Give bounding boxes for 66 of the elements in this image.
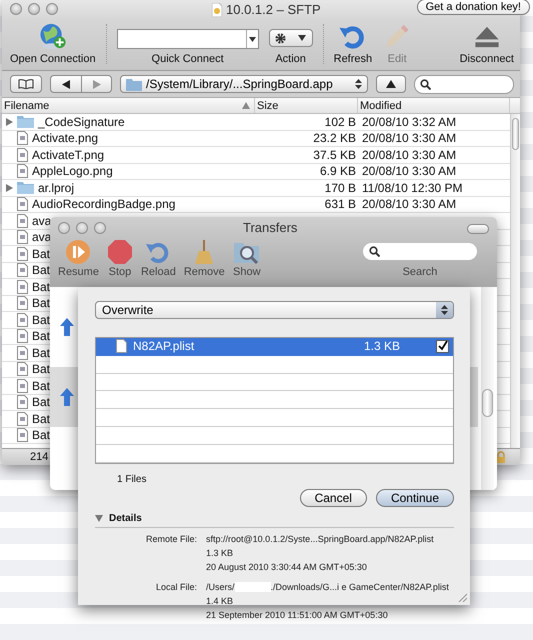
size-cell: 6.9 KB bbox=[320, 164, 356, 178]
filename-cell[interactable]: Bat bbox=[32, 428, 50, 442]
filename-cell[interactable]: ava bbox=[32, 214, 52, 228]
filename-cell[interactable]: AppleLogo.png bbox=[32, 164, 113, 178]
filename-cell[interactable]: Bat bbox=[32, 296, 50, 310]
filename-cell[interactable]: Bat bbox=[32, 378, 50, 393]
filename-cell[interactable]: AudioRecordingBadge.png bbox=[32, 197, 176, 212]
filename-cell[interactable]: Bat bbox=[32, 346, 50, 360]
item-count: 214 bbox=[30, 451, 48, 463]
toolbar-label: Reload bbox=[140, 266, 176, 278]
refresh-label: Refresh bbox=[334, 53, 372, 67]
disconnect-label: Disconnect bbox=[460, 53, 514, 67]
filename-cell[interactable]: Activate.png bbox=[32, 131, 98, 146]
remote-file-label: Remote File: bbox=[144, 534, 197, 546]
continue-button[interactable]: Continue bbox=[376, 488, 454, 507]
filename-cell[interactable]: Bat bbox=[32, 312, 50, 327]
window-title: Transfers bbox=[243, 220, 298, 235]
modified-cell: 20/08/10 3:30 AM bbox=[362, 131, 456, 146]
column-header[interactable]: Modified bbox=[358, 98, 510, 113]
local-file-label: Local File: bbox=[154, 582, 197, 594]
modified-cell: 20/08/10 3:30 AM bbox=[362, 148, 456, 162]
size-cell: 37.5 KB bbox=[313, 148, 356, 162]
modified-cell: 11/08/10 12:30 PM bbox=[362, 180, 463, 195]
toolbar-label: Resume bbox=[58, 266, 99, 278]
edit-label: Edit bbox=[388, 53, 407, 67]
size-cell: 102 B bbox=[324, 114, 356, 129]
file-row[interactable]: N82AP.plist 1.3 KB bbox=[96, 338, 453, 356]
overwrite-popup[interactable]: Overwrite bbox=[95, 301, 454, 319]
column-header[interactable]: Filename bbox=[2, 98, 255, 113]
toolbar-label: Stop bbox=[108, 266, 132, 278]
column-header[interactable]: Size bbox=[255, 98, 358, 113]
modified-cell: 20/08/10 3:32 AM bbox=[362, 114, 456, 129]
details-label: Details bbox=[109, 512, 142, 524]
remote-path: sftp://root@10.0.1.2/Syste...SpringBoard.app/N82AP.plist bbox=[206, 534, 435, 544]
quick-connect-label: Quick Connect bbox=[152, 53, 224, 67]
donation-button[interactable]: Get a donation key! bbox=[416, 0, 530, 15]
path-popup[interactable]: /System/Library/...SpringBoard.app bbox=[120, 75, 368, 93]
modified-cell: 20/08/10 3:30 AM bbox=[362, 197, 456, 212]
filename-cell[interactable]: Bat bbox=[32, 395, 50, 410]
window-title: 10.0.1.2 – SFTP bbox=[226, 2, 321, 17]
filename-cell[interactable]: Bat bbox=[32, 412, 50, 426]
local-date: 21 September 2010 11:51:00 AM GMT+05:30 bbox=[206, 610, 389, 620]
action-label: Action bbox=[275, 53, 306, 67]
remote-size: 1.3 KB bbox=[206, 548, 234, 558]
file-count: 1 Files bbox=[117, 474, 148, 485]
filename-cell[interactable]: ar.lproj bbox=[38, 180, 74, 195]
filename-cell[interactable]: Bat bbox=[32, 246, 50, 261]
filename-cell[interactable]: Bat bbox=[32, 280, 50, 294]
size-cell: 170 B bbox=[324, 180, 356, 195]
filename-cell[interactable]: Bat bbox=[32, 362, 50, 376]
filename-cell[interactable]: Bat bbox=[32, 329, 50, 344]
toolbar-label: Show bbox=[233, 266, 261, 278]
local-path-end: ./Downloads/G...i e GameCenter/N82AP.plist bbox=[270, 582, 449, 592]
size-cell: 631 B bbox=[324, 197, 356, 212]
search-label: Search bbox=[402, 266, 438, 278]
cancel-button[interactable]: Cancel bbox=[300, 488, 367, 507]
toolbar-label: Remove bbox=[184, 266, 225, 278]
filename-cell[interactable]: Bat bbox=[32, 263, 50, 278]
size-cell: 23.2 KB bbox=[313, 131, 356, 146]
local-size: 1.4 KB bbox=[206, 596, 234, 606]
local-path-start: /Users/ bbox=[206, 582, 235, 592]
filename-cell[interactable]: _CodeSignature bbox=[38, 114, 125, 129]
remote-date: 20 August 2010 3:30:44 AM GMT+05:30 bbox=[206, 562, 368, 572]
open-connection-label: Open Connection bbox=[10, 53, 96, 67]
modified-cell: 20/08/10 3:30 AM bbox=[362, 164, 456, 178]
filename-cell[interactable]: ActivateT.png bbox=[32, 148, 104, 162]
